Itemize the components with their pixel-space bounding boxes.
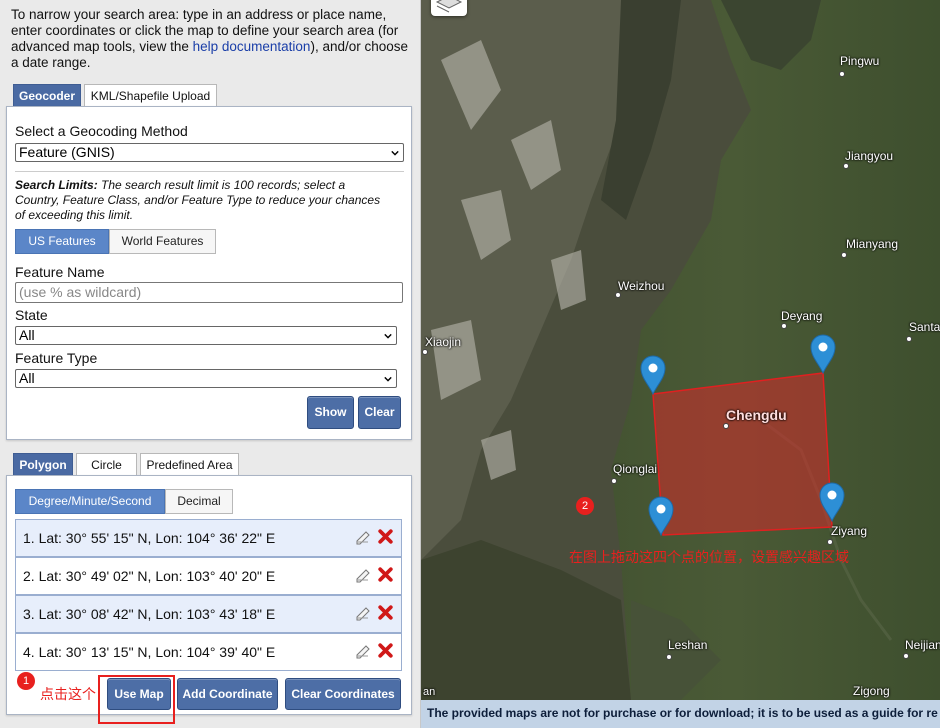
city-marker (827, 539, 833, 545)
annotation-drag-points: 在图上拖动这四个点的位置，设置感兴趣区域 (569, 549, 849, 565)
tab-predefined-area[interactable]: Predefined Area (140, 453, 239, 475)
map-disclaimer: The provided maps are not for purchase o… (421, 700, 940, 728)
chevron-down-icon (391, 150, 399, 156)
edit-icon[interactable] (355, 529, 371, 545)
annotation-highlight-box (98, 675, 175, 724)
city-label: Pingwu (840, 54, 880, 68)
area-of-interest-polygon[interactable] (652, 372, 833, 536)
clear-button[interactable]: Clear (358, 396, 401, 429)
city-marker (843, 163, 849, 169)
delete-icon[interactable] (377, 642, 394, 659)
city-marker (841, 252, 847, 258)
state-label: State (15, 307, 48, 323)
search-limits-note: Search Limits: The search result limit i… (15, 178, 387, 223)
city-label: Ziyang (831, 524, 868, 538)
annotation-click-this: 点击这个 (40, 686, 96, 702)
coordinate-row: 3. Lat: 30° 08' 42" N, Lon: 103° 43' 18"… (15, 595, 402, 633)
search-criteria-panel: To narrow your search area: type in an a… (0, 0, 421, 728)
coordinate-text: 2. Lat: 30° 49' 02" N, Lon: 103° 40' 20"… (23, 568, 276, 584)
city-label: Jiangyou (845, 149, 894, 163)
instructions-text: To narrow your search area: type in an a… (11, 7, 411, 71)
state-value: All (19, 327, 35, 343)
feature-type-select[interactable]: All (15, 369, 397, 388)
city-label: Mianyang (846, 237, 899, 251)
layers-control[interactable] (431, 0, 467, 16)
delete-icon[interactable] (377, 528, 394, 545)
degree-minute-second-toggle[interactable]: Degree/Minute/Second (15, 489, 165, 514)
edit-icon[interactable] (355, 643, 371, 659)
annotation-badge-2: 2 (576, 497, 594, 515)
help-documentation-link[interactable]: help documentation (193, 39, 311, 54)
decimal-toggle[interactable]: Decimal (165, 489, 233, 514)
coordinate-row: 4. Lat: 30° 13' 15" N, Lon: 104° 39' 40"… (15, 633, 402, 671)
city-marker (422, 349, 428, 355)
city-label: Santai (909, 320, 940, 334)
delete-icon[interactable] (377, 604, 394, 621)
city-marker (723, 423, 729, 429)
us-features-toggle[interactable]: US Features (15, 229, 109, 254)
show-button[interactable]: Show (307, 396, 354, 429)
city-marker (611, 478, 617, 484)
feature-type-value: All (19, 370, 35, 386)
coordinate-text: 1. Lat: 30° 55' 15" N, Lon: 104° 36' 22"… (23, 530, 276, 546)
satellite-imagery (421, 0, 940, 728)
feature-name-input[interactable]: (use % as wildcard) (15, 282, 403, 303)
tab-kml-shapefile-upload[interactable]: KML/Shapefile Upload (84, 84, 217, 106)
city-marker (906, 336, 912, 342)
geocoder-panel: Select a Geocoding Method Feature (GNIS)… (6, 106, 412, 440)
geocoding-method-label: Select a Geocoding Method (15, 123, 188, 139)
feature-name-label: Feature Name (15, 264, 105, 280)
edit-icon[interactable] (355, 605, 371, 621)
city-label: Chengdu (726, 407, 787, 423)
city-marker (903, 653, 909, 659)
city-label: Neijiang (905, 638, 940, 652)
coordinate-text: 4. Lat: 30° 13' 15" N, Lon: 104° 39' 40"… (23, 644, 276, 660)
city-label: Zigong (853, 684, 890, 698)
edit-icon[interactable] (355, 567, 371, 583)
divider (15, 171, 404, 172)
geocoding-method-select[interactable]: Feature (GNIS) (15, 143, 404, 162)
chevron-down-icon (384, 376, 392, 382)
layers-icon (435, 0, 463, 13)
city-label: Qionglai (613, 462, 658, 476)
tab-circle[interactable]: Circle (76, 453, 137, 475)
city-marker (666, 654, 672, 660)
delete-icon[interactable] (377, 566, 394, 583)
state-select[interactable]: All (15, 326, 397, 345)
coordinate-row: 1. Lat: 30° 55' 15" N, Lon: 104° 36' 22"… (15, 519, 402, 557)
feature-type-label: Feature Type (15, 350, 98, 366)
city-label: Deyang (781, 309, 823, 323)
city-label: Leshan (668, 638, 708, 652)
coordinate-text: 3. Lat: 30° 08' 42" N, Lon: 103° 43' 18"… (23, 606, 276, 622)
city-label: Weizhou (618, 279, 665, 293)
tab-polygon[interactable]: Polygon (13, 453, 73, 475)
clear-coordinates-button[interactable]: Clear Coordinates (285, 678, 401, 710)
city-marker (781, 323, 787, 329)
coordinate-row: 2. Lat: 30° 49' 02" N, Lon: 103° 40' 20"… (15, 557, 402, 595)
map-view[interactable]: Pingwu Jiangyou Mianyang Weizhou Deyang … (421, 0, 940, 728)
geocoding-method-value: Feature (GNIS) (19, 144, 115, 160)
city-label: an (423, 686, 436, 698)
world-features-toggle[interactable]: World Features (109, 229, 216, 254)
chevron-down-icon (384, 333, 392, 339)
city-label: Xiaojin (425, 335, 462, 349)
city-marker (839, 71, 845, 77)
annotation-badge-1: 1 (17, 672, 35, 690)
tab-geocoder[interactable]: Geocoder (13, 84, 81, 106)
add-coordinate-button[interactable]: Add Coordinate (177, 678, 278, 710)
search-limits-title: Search Limits: (15, 178, 98, 192)
